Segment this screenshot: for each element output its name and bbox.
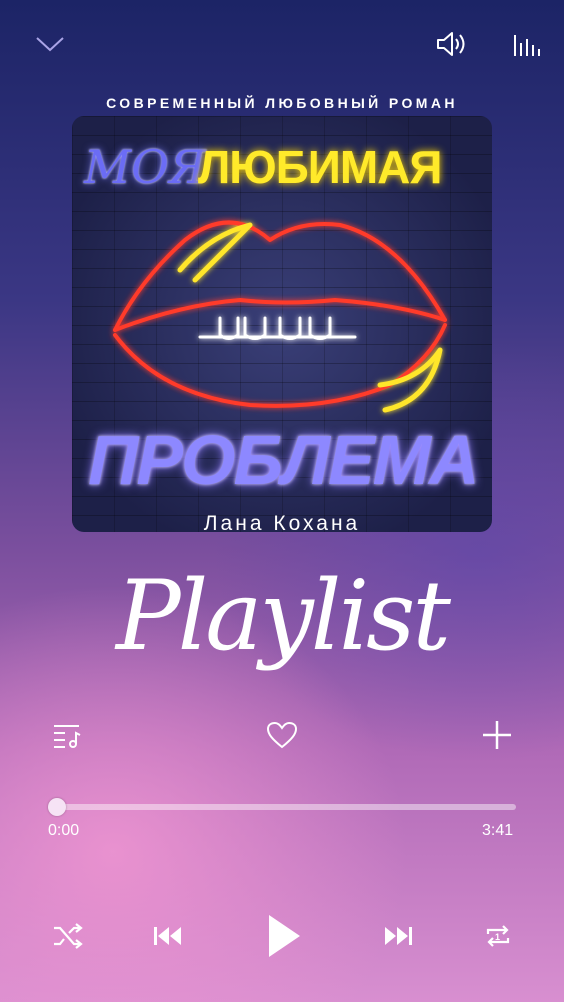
cover-title-word1: МОЯ [84,140,206,194]
previous-icon [154,927,181,945]
repeat-button[interactable]: 1 [478,918,518,954]
neon-lips-illustration [113,220,447,413]
shuffle-button[interactable] [48,918,88,954]
volume-icon [437,32,465,56]
add-button[interactable] [478,716,516,754]
equalizer-icon [514,35,540,56]
playlist-icon [54,725,81,748]
progress-knob[interactable] [48,798,66,816]
repeat-one-icon: 1 [486,925,510,947]
next-icon [385,927,412,945]
plus-icon [483,721,511,749]
queue-button[interactable] [48,718,86,752]
shuffle-icon [54,923,83,949]
favorite-button[interactable] [262,718,302,752]
cover-genre: СОВРЕМЕННЫЙ ЛЮБОВНЫЙ РОМАН [106,95,458,111]
progress-track[interactable] [48,804,516,810]
volume-button[interactable] [430,26,474,62]
equalizer-button[interactable] [508,28,544,60]
total-time: 3:41 [482,822,514,839]
chevron-down-icon [36,37,64,52]
current-time: 0:00 [48,822,80,839]
cover-title-word2: ЛЮБИМАЯ [198,141,442,193]
play-icon [269,915,300,957]
overlay-title: Playlist [115,560,451,672]
play-button[interactable] [258,906,308,966]
svg-text:1: 1 [495,932,500,942]
previous-button[interactable] [148,918,188,954]
cover-title-word3: ПРОБЛЕМА [88,421,480,499]
collapse-button[interactable] [30,28,70,60]
next-button[interactable] [378,918,418,954]
cover-author: Лана Кохана [203,512,361,535]
heart-icon [266,721,298,749]
